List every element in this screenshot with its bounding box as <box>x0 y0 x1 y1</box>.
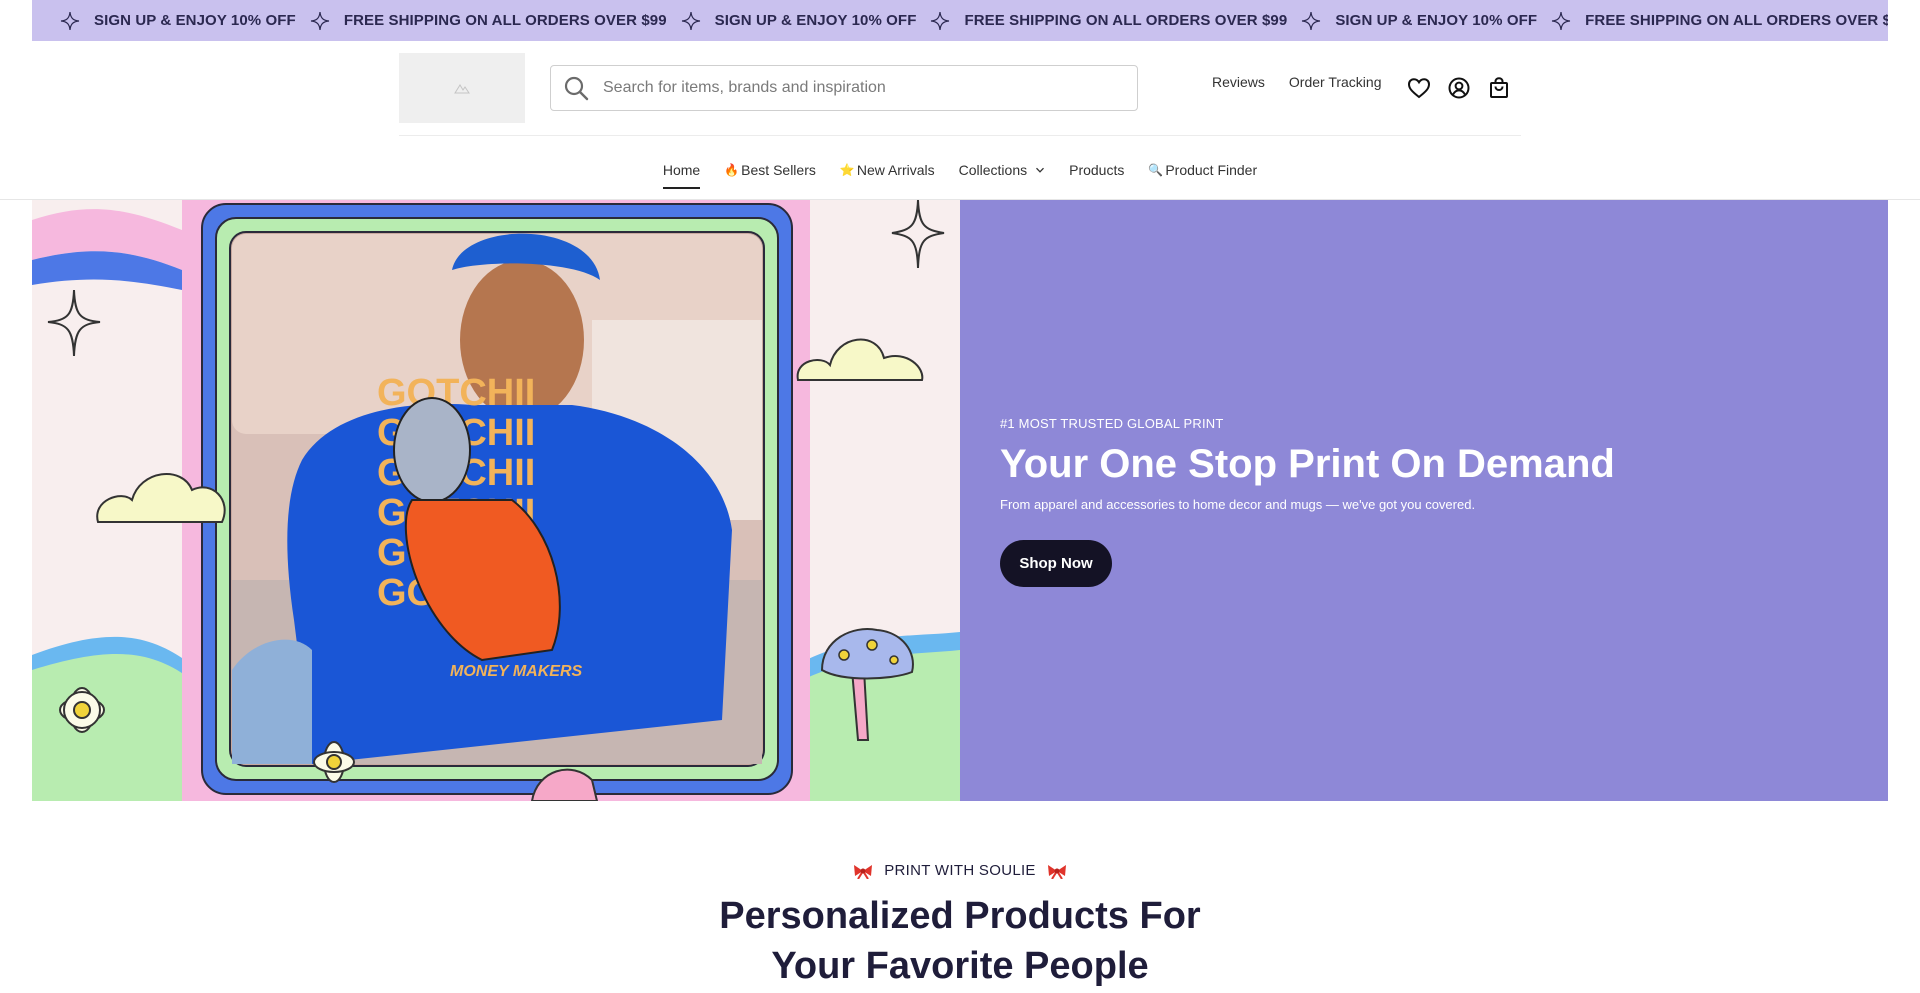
sparkle-icon <box>1552 11 1571 30</box>
bow-icon <box>854 864 873 879</box>
hero-title: Your One Stop Print On Demand <box>1000 442 1615 486</box>
announcement-text: SIGN UP & ENJOY 10% OFF <box>94 12 296 29</box>
nav-item-label: New Arrivals <box>856 162 935 178</box>
section-title-line: Your Favorite People <box>771 945 1149 987</box>
nav-item-product-finder[interactable]: 🔍 Product Finder <box>1148 158 1257 182</box>
announcement-text: FREE SHIPPING ON ALL ORDERS OVER $99 <box>1585 12 1888 29</box>
heart-icon <box>1407 78 1431 99</box>
header-divider <box>399 135 1521 136</box>
hero-banner: GOTCHII GOTCHII GOTCHII GOTCHII GOTCHII … <box>32 200 1888 801</box>
sparkle-icon <box>310 11 329 30</box>
magnifier-icon: 🔍 <box>1148 163 1164 177</box>
account-button[interactable] <box>1446 75 1472 101</box>
chevron-down-icon <box>1036 167 1045 173</box>
bow-icon <box>1047 864 1066 879</box>
nav-item-products[interactable]: Products <box>1069 158 1124 182</box>
account-icon <box>1448 77 1470 99</box>
announcement-bar: SIGN UP & ENJOY 10% OFF FREE SHIPPING ON… <box>32 0 1888 41</box>
utility-icons <box>1406 75 1526 101</box>
hero-illustration: GOTCHII GOTCHII GOTCHII GOTCHII GOTCHII … <box>32 200 960 801</box>
nav-item-home[interactable]: Home <box>662 158 701 189</box>
announcement-track: SIGN UP & ENJOY 10% OFF FREE SHIPPING ON… <box>32 11 1888 31</box>
shirt-caption-text: MONEY MAKERS <box>450 663 582 680</box>
utility-links: Reviews Order Tracking <box>1212 74 1406 90</box>
nav-item-label: Product Finder <box>1165 162 1258 178</box>
fire-icon: 🔥 <box>724 163 740 177</box>
section-eyebrow: PRINT WITH SOULIE <box>0 862 1920 879</box>
shopping-bag-icon <box>1490 77 1508 98</box>
nav-item-best-sellers[interactable]: 🔥 Best Sellers <box>724 158 816 182</box>
section-title: Personalized Products For Your Favorite … <box>0 891 1920 991</box>
featured-section-header: PRINT WITH SOULIE Personalized Products … <box>0 862 1920 991</box>
section-eyebrow-text: PRINT WITH SOULIE <box>884 862 1036 879</box>
shirt-print-text: GOTCHII <box>377 372 535 414</box>
sparkle-icon <box>931 11 950 30</box>
sparkle-icon <box>681 11 700 30</box>
search-icon[interactable] <box>563 75 589 101</box>
star-icon: ⭐ <box>839 163 855 177</box>
section-title-line: Personalized Products For <box>719 895 1201 937</box>
announcement-text: SIGN UP & ENJOY 10% OFF <box>1335 12 1538 29</box>
hero-text-panel: #1 MOST TRUSTED GLOBAL PRINT Your One St… <box>960 200 1888 801</box>
nav-item-collections[interactable]: Collections <box>959 158 1045 182</box>
sparkle-icon <box>1302 11 1321 30</box>
nav-item-label: Best Sellers <box>741 162 816 178</box>
hero-subtitle: From apparel and accessories to home dec… <box>1000 497 1476 512</box>
announcement-text: FREE SHIPPING ON ALL ORDERS OVER $99 <box>343 12 667 29</box>
nav-item-label: Collections <box>958 162 1028 178</box>
order-tracking-link[interactable]: Order Tracking <box>1289 74 1382 90</box>
hero-image: GOTCHII GOTCHII GOTCHII GOTCHII GOTCHII … <box>32 200 960 801</box>
wishlist-button[interactable] <box>1406 75 1432 101</box>
sparkle-icon <box>60 11 80 30</box>
logo-placeholder-icon <box>454 84 470 94</box>
main-navigation: Home 🔥 Best Sellers ⭐ New Arrivals Collect… <box>0 141 1920 199</box>
nav-item-label: Products <box>1069 162 1125 178</box>
search-bar[interactable] <box>550 65 1138 111</box>
hero-eyebrow: #1 MOST TRUSTED GLOBAL PRINT <box>1000 416 1224 431</box>
announcement-text: SIGN UP & ENJOY 10% OFF <box>714 12 917 29</box>
nav-item-label: Home <box>662 162 701 178</box>
site-header: Reviews Order Tracking Home 🔥Best Seller… <box>0 41 1920 200</box>
announcement-text: FREE SHIPPING ON ALL ORDERS OVER $99 <box>964 12 1288 29</box>
reviews-link[interactable]: Reviews <box>1212 74 1265 90</box>
search-input[interactable] <box>603 66 1137 110</box>
nav-item-new-arrivals[interactable]: ⭐ New Arrivals <box>840 158 935 182</box>
cart-button[interactable] <box>1486 75 1512 101</box>
site-logo[interactable] <box>399 53 525 123</box>
shop-now-button[interactable]: Shop Now <box>1000 540 1112 587</box>
